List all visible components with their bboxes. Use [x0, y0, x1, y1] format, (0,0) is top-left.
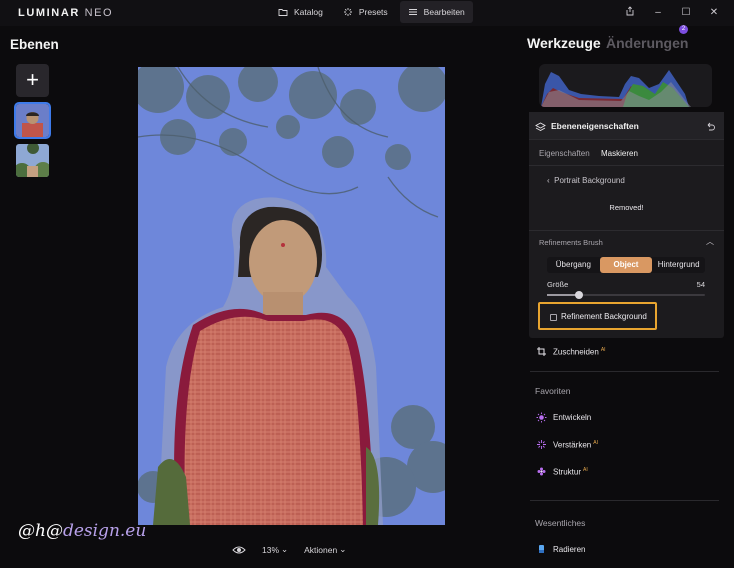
tool-zuschneiden[interactable]: Zuschneiden AI [536, 346, 606, 357]
chevron-up-icon[interactable]: ︿ [706, 236, 714, 247]
layer-thumb-portrait[interactable] [14, 102, 51, 139]
refinement-mode-segmented: Übergang Object Hintergrund [547, 257, 705, 273]
divider [530, 371, 719, 372]
top-bar: LUMINAR NEO Katalog Presets Bearbeiten –… [0, 0, 734, 26]
refinement-background-checkbox[interactable] [550, 314, 557, 321]
zoom-dropdown[interactable]: 13% ⌄ [262, 544, 288, 555]
layer-properties-header[interactable]: Ebeneneigenschaften [529, 112, 724, 140]
mode-hintergrund[interactable]: Hintergrund [652, 257, 705, 273]
mode-object[interactable]: Object [599, 257, 653, 273]
chevron-down-icon: ⌄ [339, 544, 347, 554]
tool-struktur[interactable]: Struktur AI [536, 466, 588, 477]
sliders-icon [408, 9, 417, 15]
main-tabs: Katalog Presets Bearbeiten [270, 1, 473, 25]
essentials-title: Wesentliches [535, 518, 586, 528]
sparkle-icon [537, 440, 546, 449]
minimize-icon[interactable]: – [644, 7, 672, 18]
flower-icon [537, 467, 546, 476]
divider [530, 500, 719, 501]
favorites-title: Favoriten [535, 386, 571, 396]
refinement-background-highlight: Refinement Background [538, 302, 657, 330]
maximize-icon[interactable]: ☐ [672, 7, 700, 18]
size-value: 54 [696, 280, 705, 289]
changes-badge: 2 [679, 25, 688, 34]
tool-entwickeln[interactable]: Entwickeln [536, 412, 591, 423]
subtab-eigenschaften[interactable]: Eigenschaften [539, 149, 590, 158]
layers-icon [535, 120, 546, 138]
mode-uebergang[interactable]: Übergang [547, 257, 600, 273]
size-slider-fill [547, 294, 579, 296]
histogram [539, 64, 712, 107]
mask-back-link[interactable]: ‹ Portrait Background [547, 176, 625, 185]
tool-radieren[interactable]: Radieren [536, 544, 585, 555]
sparkle-icon [343, 8, 352, 16]
subtab-maskieren[interactable]: Maskieren [601, 149, 638, 158]
share-icon[interactable] [616, 5, 644, 19]
eraser-icon [539, 545, 544, 553]
size-slider[interactable] [547, 291, 705, 299]
close-icon[interactable]: ✕ [700, 7, 728, 18]
removed-status: Removed! [609, 203, 644, 212]
tool-verstaerken[interactable]: Verstärken AI [536, 439, 598, 450]
actions-dropdown[interactable]: Aktionen ⌄ [304, 544, 346, 555]
app-logo: LUMINAR NEO [18, 7, 114, 19]
tab-presets[interactable]: Presets [335, 1, 396, 23]
crop-icon [537, 347, 546, 356]
layer-properties-panel: Ebeneneigenschaften Eigenschaften Maskie… [529, 112, 724, 338]
divider [529, 230, 724, 231]
window-controls: – ☐ ✕ [616, 0, 728, 24]
tools-title[interactable]: Werkzeuge [527, 35, 601, 51]
refinement-background-label[interactable]: Refinement Background [561, 312, 647, 321]
size-slider-handle[interactable] [574, 291, 583, 299]
eye-icon[interactable] [232, 545, 246, 555]
layers-title: Ebenen [10, 37, 59, 52]
refinement-brush-title[interactable]: Refinements Brush [539, 238, 603, 247]
tab-katalog[interactable]: Katalog [270, 1, 331, 23]
tab-bearbeiten[interactable]: Bearbeiten [399, 1, 473, 23]
folder-icon [278, 9, 288, 16]
layer-thumb-trees[interactable] [16, 144, 49, 177]
photo-canvas[interactable] [138, 67, 445, 525]
sun-icon [536, 412, 547, 423]
reset-icon[interactable] [705, 119, 716, 137]
canvas-bottom-bar: 13% ⌄ Aktionen ⌄ [232, 544, 346, 555]
changes-tab[interactable]: Änderungen [606, 35, 688, 51]
add-layer-button[interactable]: + [16, 64, 49, 97]
watermark: @h@design.eu [18, 521, 147, 541]
chevron-down-icon: ⌄ [281, 544, 289, 554]
properties-subtabs: Eigenschaften Maskieren [529, 140, 724, 166]
size-label: Größe [547, 280, 569, 289]
